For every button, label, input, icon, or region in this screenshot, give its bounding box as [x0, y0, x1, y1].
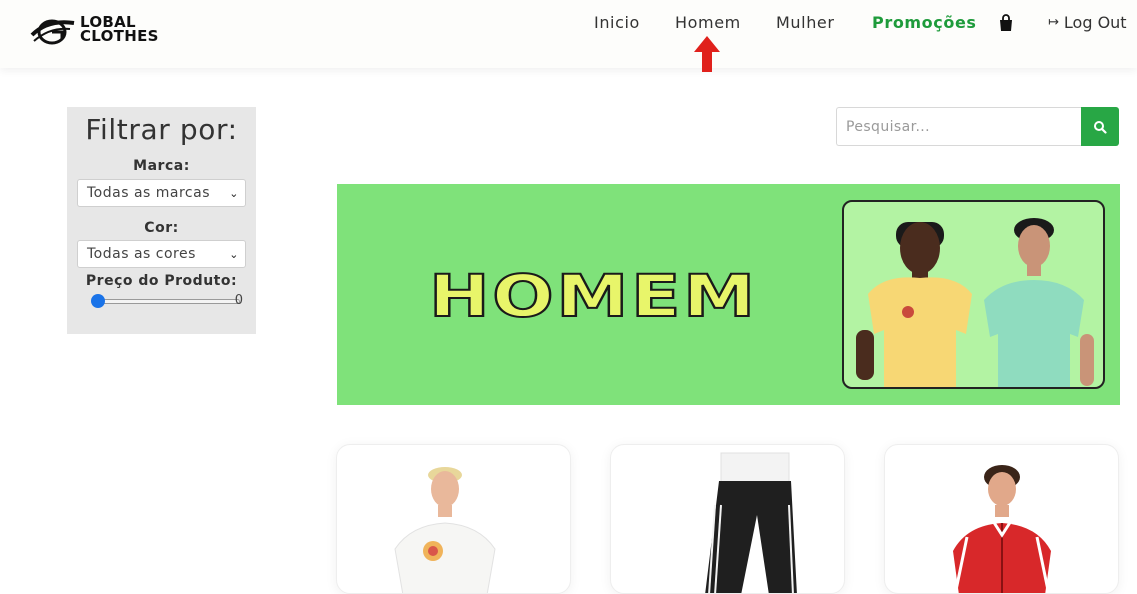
product-image: [705, 452, 797, 593]
brand-logo[interactable]: LOBAL CLOTHES: [30, 9, 180, 53]
banner-models-image: [842, 200, 1105, 389]
product-card[interactable]: [610, 444, 845, 594]
sign-out-icon: ↦: [1048, 15, 1059, 30]
shopping-bag-icon[interactable]: [999, 14, 1013, 32]
product-card[interactable]: [884, 444, 1119, 594]
product-card[interactable]: [336, 444, 571, 594]
product-image: [953, 465, 1051, 593]
product-image: [394, 467, 496, 593]
red-arrow-annotation: [694, 36, 720, 72]
chevron-down-icon: ⌄: [229, 248, 239, 261]
price-range-value: 0: [234, 293, 243, 308]
price-range-slider[interactable]: [94, 299, 240, 304]
price-slider-thumb[interactable]: [91, 294, 105, 308]
logout-link[interactable]: ↦ Log Out: [1048, 13, 1127, 32]
brand-select[interactable]: Todas as marcas ⌄: [77, 179, 246, 207]
nav-link-inicio[interactable]: Inicio: [594, 13, 640, 32]
nav-link-homem[interactable]: Homem: [675, 13, 741, 32]
filter-title: Filtrar por:: [85, 113, 238, 146]
brand-filter-label: Marca:: [133, 158, 190, 174]
filter-panel: Filtrar por: Marca: Todas as marcas ⌄ Co…: [67, 107, 256, 334]
banner-title: HOMEM: [428, 261, 758, 331]
logout-label: Log Out: [1063, 13, 1127, 32]
chevron-down-icon: ⌄: [229, 187, 239, 200]
price-filter-label: Preço do Produto:: [85, 273, 238, 289]
color-filter-label: Cor:: [144, 220, 179, 236]
globe-swoosh-icon: [30, 19, 75, 45]
search-button[interactable]: [1081, 107, 1119, 146]
nav-link-mulher[interactable]: Mulher: [776, 13, 835, 32]
brand-select-value: Todas as marcas: [87, 185, 211, 201]
search-icon: [1094, 120, 1107, 134]
brand-wordmark: LOBAL CLOTHES: [80, 15, 159, 45]
top-navbar: LOBAL CLOTHES Inicio Homem Mulher Promoç…: [0, 0, 1137, 68]
brand-line-2: CLOTHES: [80, 27, 159, 45]
color-select-value: Todas as cores: [87, 246, 196, 262]
search-input[interactable]: [836, 107, 1082, 146]
color-select[interactable]: Todas as cores ⌄: [77, 240, 246, 268]
nav-link-promocoes[interactable]: Promoções: [872, 13, 977, 32]
category-banner: HOMEM: [337, 184, 1120, 405]
